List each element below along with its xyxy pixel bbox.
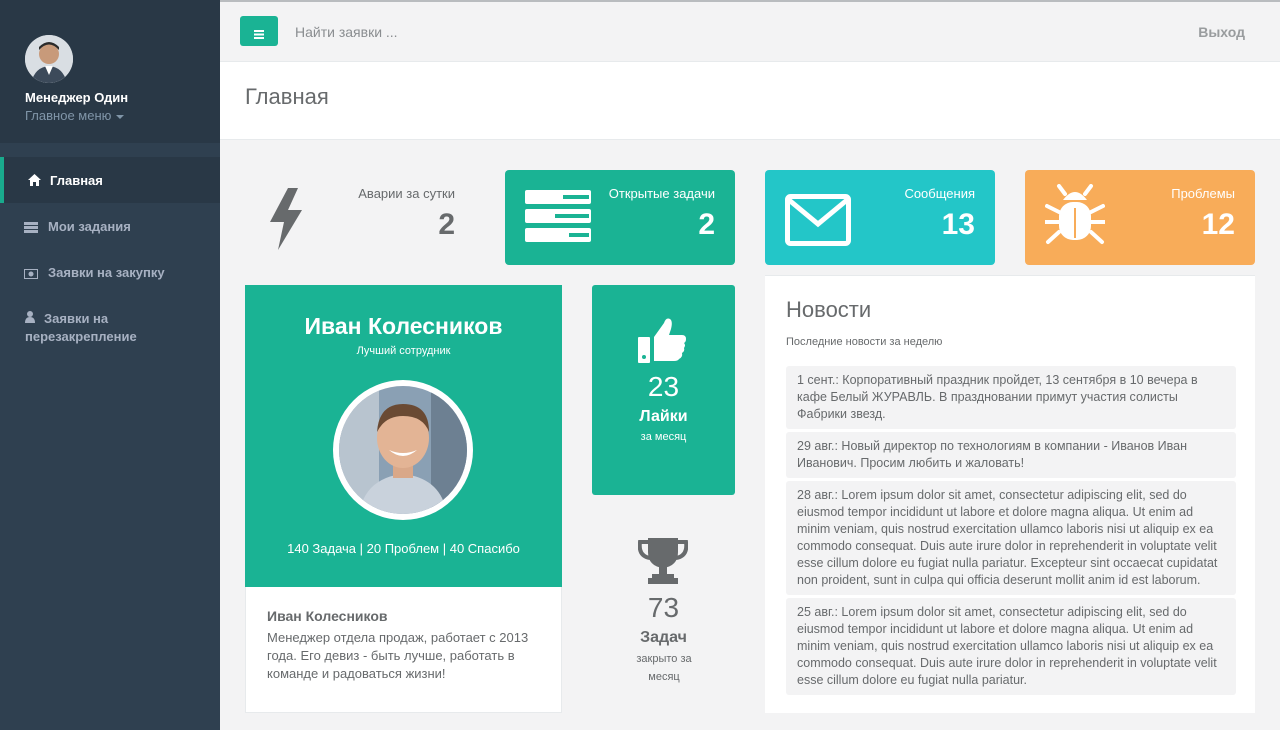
employee-stats: 140 Задача | 20 Проблем | 40 Спасибо (287, 541, 520, 556)
sidebar-item-purchase-requests[interactable]: Заявки на закупку (0, 249, 220, 295)
tasks-title: Задач (640, 629, 687, 646)
sidebar-profile: Менеджер Один Главное меню (0, 0, 220, 143)
main-menu-dropdown[interactable]: Главное меню (25, 108, 125, 123)
logout-link[interactable]: Выход (1198, 24, 1245, 40)
widget-value: 2 (698, 208, 715, 241)
likes-title: Лайки (639, 408, 688, 425)
news-item[interactable]: 1 сент.: Корпоративный праздник пройдет,… (786, 366, 1236, 429)
search-input[interactable] (295, 20, 595, 44)
news-item[interactable]: 29 авг.: Новый директор по технологиям в… (786, 432, 1236, 478)
sidebar-item-label: Заявки на закупку (48, 265, 165, 280)
list-icon (24, 221, 38, 235)
employee-subtitle: Лучший сотрудник (356, 345, 451, 357)
sidebar-item-label-line2: перезакрепление (25, 329, 137, 344)
money-icon (24, 267, 38, 281)
tasks-value: 73 (647, 592, 680, 623)
sidebar-item-my-tasks[interactable]: Мои задания (0, 203, 220, 249)
widget-label: Сообщения (904, 186, 975, 201)
employee-desc-name: Иван Колесников (267, 608, 388, 624)
sidebar: Менеджер Один Главное меню Главная Мои з… (0, 0, 220, 730)
employee-description: Иван Колесников Менеджер отдела продаж, … (245, 587, 562, 713)
sidebar-item-home[interactable]: Главная (0, 157, 220, 203)
widget-messages[interactable]: Сообщения 13 (765, 170, 995, 265)
sidebar-item-label: Мои задания (48, 219, 131, 234)
page-title: Главная (245, 84, 329, 109)
widget-label: Аварии за сутки (358, 186, 455, 201)
user-icon (25, 311, 39, 325)
bars-icon (254, 26, 264, 39)
widget-label: Проблемы (1171, 186, 1235, 201)
home-icon (28, 174, 42, 188)
widget-value: 13 (941, 208, 975, 241)
avatar[interactable] (25, 35, 73, 83)
widget-incidents: Аварии за сутки 2 (245, 170, 475, 265)
widget-value: 12 (1201, 208, 1235, 241)
likes-card: 23 Лайки за месяц (592, 285, 735, 495)
tasks-subtitle: закрыто за месяц (636, 653, 692, 683)
tasks-card: 73 Задач закрыто за месяц (592, 530, 735, 690)
widget-open-tasks[interactable]: Открытые задачи 2 (505, 170, 735, 265)
likes-subtitle: за месяц (640, 431, 687, 443)
widget-label: Открытые задачи (608, 186, 715, 201)
page-heading: Главная (220, 62, 1280, 140)
likes-value: 23 (647, 371, 680, 402)
employee-photo (333, 380, 473, 520)
main-menu-label: Главное меню (25, 108, 112, 123)
employee-name: Иван Колесников (304, 313, 503, 339)
thumbs-up-icon (638, 317, 686, 368)
widget-problems[interactable]: Проблемы 12 (1025, 170, 1255, 265)
news-title: Новости (786, 297, 872, 322)
sidebar-item-reassignment[interactable]: Заявки на перезакрепление (0, 295, 220, 355)
bolt-icon (268, 188, 304, 255)
employee-card: Иван Колесников Лучший сотрудник 140 Зад… (245, 285, 562, 587)
news-item[interactable]: 28 авг.: Lorem ipsum dolor sit amet, con… (786, 481, 1236, 595)
sidebar-item-label: Главная (50, 173, 103, 188)
news-panel: Новости Последние новости за неделю 1 се… (765, 275, 1255, 713)
trophy-icon (637, 538, 689, 589)
news-list: 1 сент.: Корпоративный праздник пройдет,… (786, 366, 1236, 698)
caret-down-icon (116, 114, 125, 119)
news-subtitle: Последние новости за неделю (786, 336, 943, 348)
user-name: Менеджер Один (25, 90, 129, 105)
menu-toggle-button[interactable] (240, 16, 278, 46)
employee-desc-text: Менеджер отдела продаж, работает с 2013 … (267, 630, 529, 681)
sidebar-item-label: Заявки на (44, 311, 109, 326)
envelope-icon (785, 194, 851, 251)
news-item[interactable]: 25 авг.: Lorem ipsum dolor sit amet, con… (786, 598, 1236, 695)
bug-icon (1043, 184, 1107, 253)
tasks-icon (525, 190, 591, 247)
topbar: Выход (220, 0, 1280, 62)
widget-value: 2 (438, 208, 455, 241)
